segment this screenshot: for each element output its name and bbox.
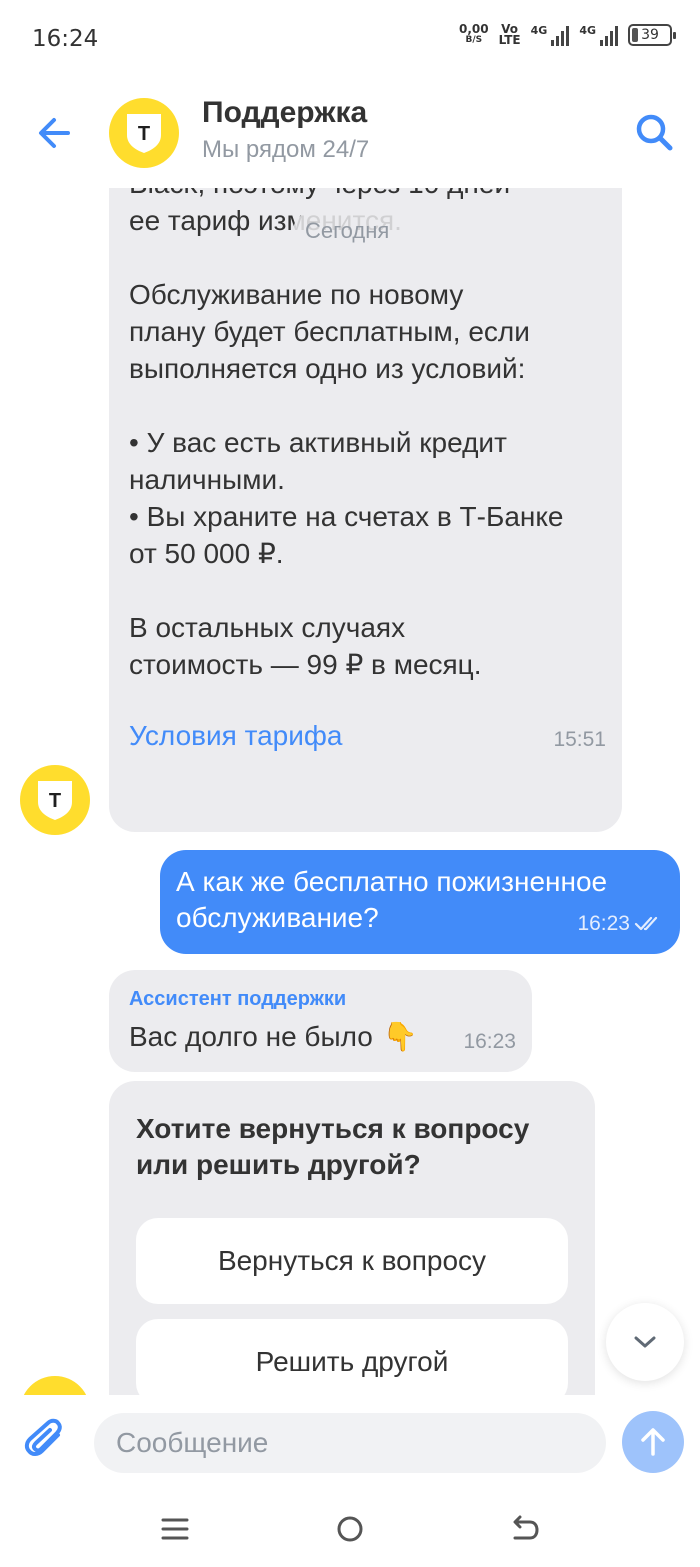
- attach-button[interactable]: [22, 1415, 76, 1469]
- search-icon: [636, 114, 673, 151]
- message-meta: 16:23: [577, 912, 662, 936]
- signal-sim2-icon: 4G: [579, 24, 618, 46]
- page-subtitle: Мы рядом 24/7: [202, 136, 370, 163]
- sender-name: Ассистент поддержки: [129, 988, 347, 1010]
- sim2-network-label: 4G: [579, 24, 596, 37]
- menu-icon: [161, 1518, 189, 1540]
- message-text: Вас долго не было: [129, 1020, 373, 1052]
- volte-bottom-label: LTE: [498, 33, 521, 47]
- chevron-down-icon: [634, 1336, 656, 1348]
- pointing-down-emoji-icon: 👇: [382, 1021, 418, 1052]
- message-time: 16:23: [577, 912, 630, 935]
- search-button[interactable]: [630, 108, 680, 158]
- double-check-icon: [634, 916, 658, 931]
- support-avatar[interactable]: Т: [109, 98, 179, 168]
- message-composer: [0, 1395, 700, 1495]
- back-nav-button[interactable]: [505, 1509, 545, 1549]
- scroll-down-button[interactable]: [606, 1303, 684, 1381]
- signal-sim1-icon: 4G: [531, 24, 570, 46]
- home-button[interactable]: [330, 1509, 370, 1549]
- status-icons: 0,00 B/S Vo LTE 4G 4G 39: [458, 22, 676, 47]
- circle-home-icon: [337, 1516, 363, 1542]
- back-button[interactable]: [30, 108, 80, 158]
- network-speed-value: 0,00: [458, 22, 489, 36]
- message-time: 16:23: [463, 1030, 516, 1053]
- send-button[interactable]: [622, 1411, 684, 1473]
- date-separator: Сегодня: [293, 212, 402, 250]
- message-text: получать зарплату на карту Black, поэтом…: [129, 188, 564, 680]
- page-title: Поддержка: [202, 96, 368, 129]
- tbank-logo-icon: Т: [38, 781, 72, 820]
- chat-messages[interactable]: получать зарплату на карту Black, поэтом…: [0, 188, 700, 1395]
- recent-apps-button[interactable]: [155, 1509, 195, 1549]
- battery-level: 39: [641, 27, 659, 43]
- card-question: Хотите вернуться к вопросу или решить др…: [136, 1113, 530, 1180]
- incoming-message: получать зарплату на карту Black, поэтом…: [109, 188, 622, 832]
- message-time: 15:51: [553, 728, 606, 751]
- arrow-up-icon: [641, 1428, 665, 1456]
- logo-letter: Т: [138, 123, 150, 145]
- return-to-question-button[interactable]: Вернуться к вопросу: [136, 1218, 568, 1304]
- return-arrow-icon: [513, 1515, 539, 1540]
- network-speed-unit: B/S: [465, 35, 483, 45]
- chat-header: Т Поддержка Мы рядом 24/7: [0, 78, 700, 188]
- solve-another-button[interactable]: Решить другой: [136, 1319, 568, 1395]
- paperclip-icon: [24, 1418, 62, 1456]
- status-time: 16:24: [32, 26, 99, 52]
- outgoing-message: А как же бесплатно пожизненное обслужива…: [160, 850, 680, 954]
- support-avatar-small: [20, 1376, 90, 1395]
- volte-icon: Vo LTE: [498, 23, 521, 47]
- message-content: Вас долго не было 👇: [129, 1020, 418, 1053]
- arrow-left-icon: [39, 118, 70, 148]
- quick-reply-card: Хотите вернуться к вопросу или решить др…: [109, 1081, 595, 1395]
- battery-icon: 39: [628, 24, 676, 46]
- tbank-logo-icon: Т: [127, 114, 161, 153]
- message-input[interactable]: [94, 1413, 606, 1473]
- status-bar: 16:24 0,00 B/S Vo LTE 4G 4G 39: [0, 0, 700, 78]
- tariff-conditions-link[interactable]: Условия тарифа: [129, 720, 343, 752]
- network-speed-indicator: 0,00 B/S: [458, 22, 489, 46]
- support-avatar-small: Т: [20, 765, 90, 835]
- logo-letter: Т: [49, 790, 61, 812]
- sim1-network-label: 4G: [530, 24, 548, 37]
- assistant-message: Ассистент поддержки Вас долго не было 👇 …: [109, 970, 532, 1072]
- system-navigation-bar: [0, 1495, 700, 1567]
